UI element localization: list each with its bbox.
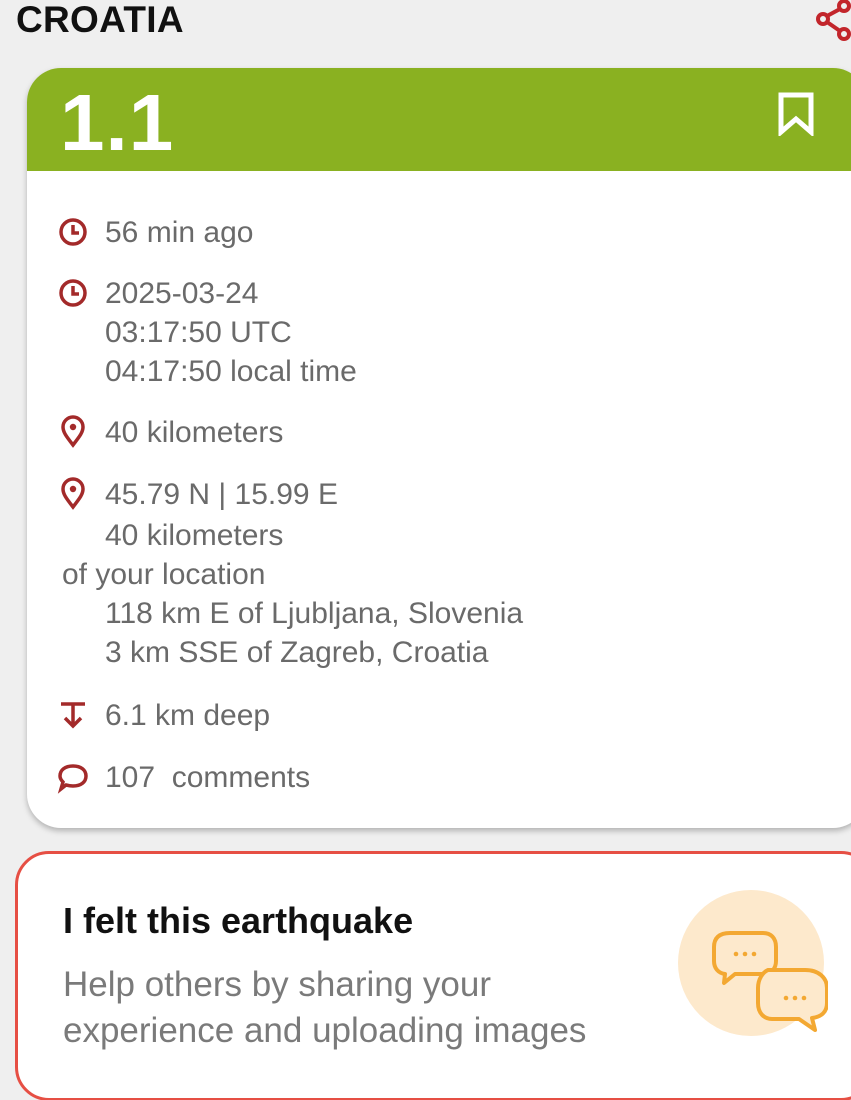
time-ago-text: 56 min ago bbox=[105, 216, 254, 249]
clock-icon bbox=[59, 218, 87, 246]
nearby-city-2: 3 km SSE of Zagreb, Croatia bbox=[105, 636, 489, 669]
felt-title: I felt this earthquake bbox=[63, 900, 414, 941]
comment-icon bbox=[57, 764, 88, 794]
coordinates-text: 45.79 N | 15.99 E bbox=[105, 478, 338, 511]
of-location-text: of your location bbox=[62, 558, 266, 591]
share-button[interactable] bbox=[812, 0, 851, 42]
magnitude-header: 1.1 bbox=[27, 68, 851, 171]
depth-arrow-icon bbox=[61, 702, 85, 729]
location-pin-icon bbox=[61, 415, 85, 448]
utc-time-text: 03:17:50 UTC bbox=[105, 316, 292, 349]
felt-description-line-1: Help others by sharing your bbox=[63, 965, 491, 1004]
location-pin-icon bbox=[61, 477, 85, 510]
date-text: 2025-03-24 bbox=[105, 277, 259, 310]
felt-description-line-2: experience and uploading images bbox=[63, 1011, 587, 1050]
distance-text-2: 40 kilometers bbox=[105, 519, 284, 552]
magnitude-value: 1.1 bbox=[60, 78, 175, 167]
felt-earthquake-card[interactable]: I felt this earthquake Help others by sh… bbox=[15, 851, 851, 1100]
page-title: CROATIA bbox=[16, 0, 184, 40]
share-icon bbox=[816, 0, 851, 41]
clock-icon bbox=[59, 279, 87, 307]
bookmark-button[interactable] bbox=[777, 92, 815, 138]
comments-link[interactable]: 107 comments bbox=[105, 758, 310, 797]
earthquake-card[interactable]: 1.1 56 min ago 2025-03-24 03:17:50 UTC 0… bbox=[27, 68, 851, 828]
depth-text: 6.1 km deep bbox=[105, 699, 271, 732]
felt-description: Help others by sharing your experience a… bbox=[63, 962, 703, 1054]
local-time-text: 04:17:50 local time bbox=[105, 355, 357, 388]
chat-bubbles-icon bbox=[678, 890, 828, 1036]
bookmark-icon bbox=[778, 92, 814, 138]
distance-text: 40 kilometers bbox=[105, 416, 284, 449]
earthquake-detail-page: CROATIA 1.1 56 min ago 2025-03-24 03:17:… bbox=[0, 0, 851, 1100]
nearby-city-1: 118 km E of Ljubljana, Slovenia bbox=[105, 597, 524, 630]
